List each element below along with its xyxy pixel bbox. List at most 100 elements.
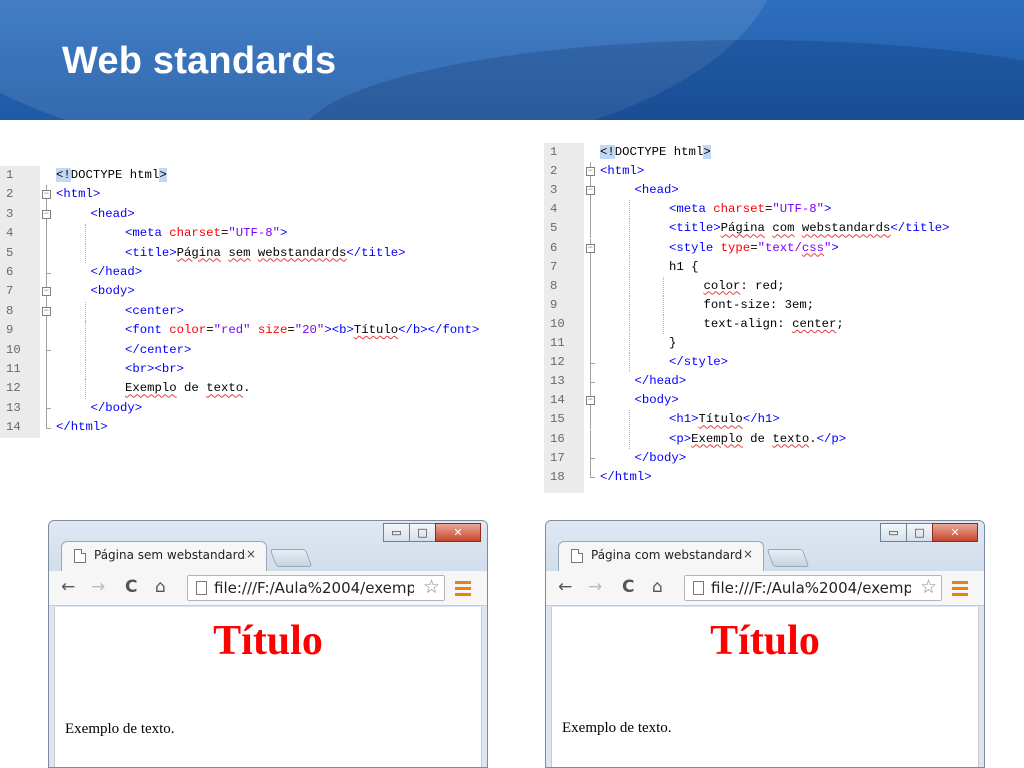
menu-icon[interactable] — [952, 581, 968, 599]
fold-guide — [590, 381, 595, 383]
address-bar[interactable]: file:///F:/Aula%2004/exemp ☆ — [187, 575, 445, 601]
code-line: 1 <!DOCTYPE html> — [544, 143, 1004, 162]
code-token: <center> — [125, 303, 185, 318]
page-viewport: Título Exemplo de texto. — [551, 607, 979, 767]
indent-guide — [663, 276, 664, 296]
forward-arrow-icon[interactable]: → — [588, 577, 602, 597]
fold-guide — [590, 276, 591, 296]
line-number: 2 — [550, 164, 558, 179]
slide-header: Web standards — [0, 0, 1024, 120]
code-text: text-align: center; — [704, 315, 844, 334]
code-token: texto — [772, 431, 810, 446]
code-token: : red; — [740, 278, 785, 293]
code-text: <html> — [56, 185, 100, 204]
bookmark-star-icon[interactable]: ☆ — [423, 576, 440, 598]
browser-window-right: ▭ □ ✕ Página com webstandards × ← → C ⌂ … — [545, 520, 985, 768]
back-arrow-icon[interactable]: ← — [558, 577, 572, 597]
indent-guide — [84, 301, 86, 322]
line-number: 1 — [550, 145, 558, 159]
address-bar[interactable]: file:///F:/Aula%2004/exemp ☆ — [684, 575, 942, 601]
line-number: 11 — [6, 362, 21, 376]
close-button[interactable]: ✕ — [932, 523, 978, 542]
code-token: <font — [125, 323, 170, 338]
forward-arrow-icon[interactable]: → — [91, 577, 105, 597]
fold-guide — [46, 427, 51, 429]
fold-guide — [590, 477, 595, 479]
code-text: font-size: 3em; — [704, 296, 815, 315]
code-text: </html> — [56, 418, 108, 437]
indent-guide — [628, 410, 630, 430]
code-line: 13 </head> — [544, 372, 1004, 392]
code-line: 10 text-align: center; — [544, 314, 1004, 334]
minimize-button[interactable]: ▭ — [383, 523, 410, 542]
code-text: <meta charset="UTF-8"> — [125, 224, 287, 243]
code-token: "20" — [294, 323, 325, 338]
line-number: 5 — [550, 221, 558, 236]
code-token: css — [801, 240, 824, 255]
fold-toggle-icon[interactable]: − — [586, 243, 595, 253]
indent-guide — [84, 224, 86, 244]
close-button[interactable]: ✕ — [435, 523, 481, 542]
code-token: charset — [169, 226, 221, 241]
line-number: 11 — [550, 336, 565, 350]
back-arrow-icon[interactable]: ← — [61, 577, 75, 597]
page-icon — [571, 549, 583, 563]
tab-close-icon[interactable]: × — [743, 547, 753, 561]
code-token: <title> — [669, 221, 721, 236]
code-line: 8 − <center> — [0, 301, 540, 322]
fold-toggle-icon[interactable]: − — [586, 396, 595, 406]
line-number: 8 — [6, 303, 14, 318]
maximize-button[interactable]: □ — [409, 523, 436, 542]
code-line: 12 </style> — [544, 353, 1004, 373]
browser-tab[interactable]: Página com webstandards × — [558, 541, 764, 571]
fold-toggle-icon[interactable]: − — [42, 287, 51, 297]
new-tab-button[interactable] — [269, 549, 313, 567]
code-editor-left: 1 <!DOCTYPE html> 2− <html> 3− <head> 4 <meta c… — [0, 166, 540, 438]
code-line: 11} — [544, 334, 1004, 354]
line-number: 9 — [550, 297, 558, 312]
indent-guide — [628, 295, 630, 315]
maximize-button[interactable]: □ — [906, 523, 933, 542]
fold-toggle-icon[interactable]: − — [586, 167, 595, 177]
code-token: center — [792, 316, 837, 331]
fold-toggle-icon[interactable]: − — [42, 306, 51, 316]
tab-close-icon[interactable]: × — [246, 547, 256, 561]
fold-toggle-icon[interactable]: − — [42, 209, 51, 219]
browser-tab[interactable]: Página sem webstandards × — [61, 541, 267, 571]
code-line: 3 − <head> — [544, 181, 1004, 201]
fold-guide — [590, 238, 591, 244]
fold-guide — [590, 458, 595, 460]
code-token: <html> — [600, 164, 645, 179]
reload-icon[interactable]: C — [125, 577, 137, 597]
line-number: 2 — [6, 187, 14, 202]
fold-guide — [590, 362, 595, 364]
page-heading: Título — [213, 618, 323, 664]
line-number: 3 — [550, 183, 558, 198]
code-token: <head> — [634, 183, 679, 198]
code-token: </html> — [56, 420, 108, 435]
code-text: </body> — [635, 449, 687, 468]
code-text: <style type="text/css"> — [669, 239, 839, 258]
code-token: sem — [228, 245, 251, 260]
new-tab-button[interactable] — [766, 549, 810, 567]
code-token: de — [742, 431, 773, 446]
menu-icon[interactable] — [455, 581, 471, 599]
line-number: 6 — [550, 240, 558, 255]
home-icon[interactable]: ⌂ — [155, 577, 166, 597]
minimize-button[interactable]: ▭ — [880, 523, 907, 542]
address-text: file:///F:/Aula%2004/exemp — [214, 579, 414, 597]
code-text: h1 { — [669, 258, 699, 277]
indent-guide — [628, 353, 630, 373]
code-text: <font color="red" size="20"><b>Título</b… — [125, 321, 479, 340]
code-token: > — [703, 145, 711, 159]
code-line: 13 </body> — [0, 398, 540, 419]
code-token: </body> — [634, 450, 687, 465]
indent-guide — [628, 276, 630, 296]
reload-icon[interactable]: C — [622, 577, 634, 597]
fold-toggle-icon[interactable]: − — [586, 186, 595, 196]
bookmark-star-icon[interactable]: ☆ — [920, 576, 937, 598]
home-icon[interactable]: ⌂ — [652, 577, 663, 597]
code-line: 8 color: red; — [544, 276, 1004, 296]
code-line: 6 </head> — [0, 263, 540, 283]
fold-toggle-icon[interactable]: − — [42, 190, 51, 200]
